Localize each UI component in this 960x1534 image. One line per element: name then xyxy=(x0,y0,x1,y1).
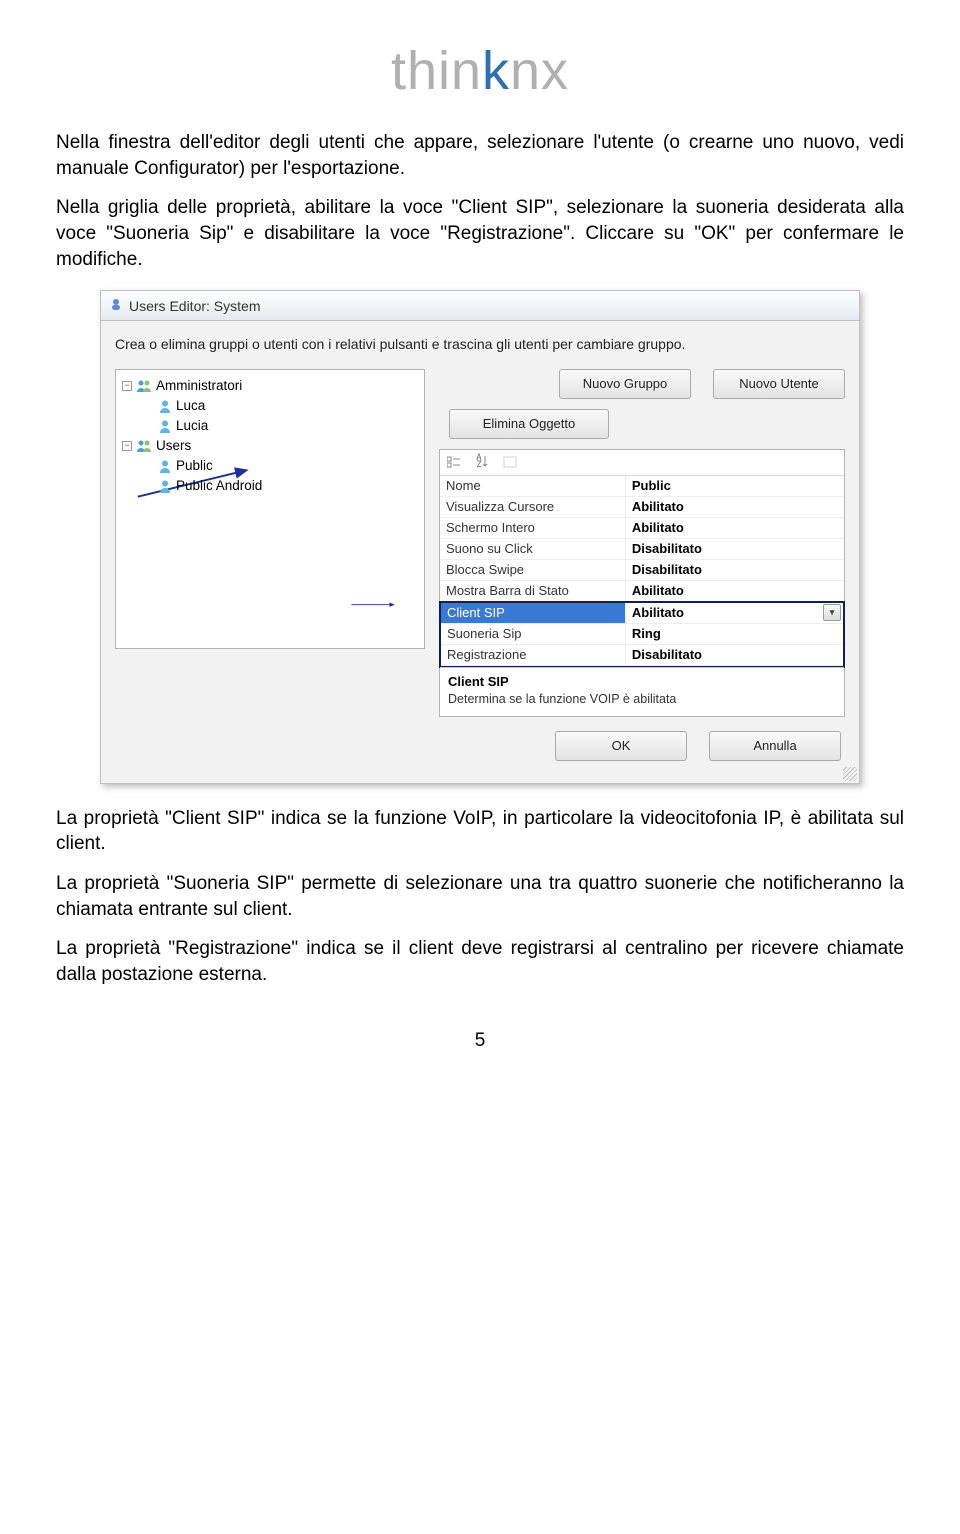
logo-part3: nx xyxy=(510,41,569,101)
propgrid-value[interactable]: Abilitato xyxy=(626,581,844,601)
dialog-title: Users Editor: System xyxy=(129,298,260,314)
propgrid-row[interactable]: Visualizza CursoreAbilitato xyxy=(440,497,844,518)
collapse-icon[interactable]: − xyxy=(122,381,132,391)
propgrid-value[interactable]: Disabilitato xyxy=(626,539,844,559)
propgrid-desc-text: Determina se la funzione VOIP è abilitat… xyxy=(448,692,836,706)
dialog-hint: Crea o elimina gruppi o utenti con i rel… xyxy=(115,335,845,355)
propgrid-value[interactable]: Public xyxy=(626,476,844,496)
user-icon xyxy=(158,459,172,473)
tree-item-label: Lucia xyxy=(176,418,208,433)
user-tree[interactable]: − Amministratori Luca Lucia − Users Public Publ… xyxy=(115,369,425,649)
propgrid-desc-title: Client SIP xyxy=(448,674,836,689)
group-icon xyxy=(136,379,152,393)
propgrid-toolbar: AZ xyxy=(440,450,844,476)
propgrid-value[interactable]: Abilitato xyxy=(626,518,844,538)
tree-user-item[interactable]: Public Android xyxy=(120,476,420,496)
dropdown-icon[interactable]: ▾ xyxy=(823,604,841,621)
propgrid-row[interactable]: RegistrazioneDisabilitato xyxy=(441,645,843,666)
delete-object-button[interactable]: Elimina Oggetto xyxy=(449,409,609,439)
propgrid-name: Registrazione xyxy=(441,645,626,665)
propgrid-name: Suoneria Sip xyxy=(441,624,626,644)
propgrid-value[interactable]: Abilitato xyxy=(626,497,844,517)
cancel-button[interactable]: Annulla xyxy=(709,731,841,761)
propgrid-row[interactable]: Suono su ClickDisabilitato xyxy=(440,539,844,560)
brand-logo: thinknx xyxy=(56,40,904,102)
tree-item-label: Users xyxy=(156,438,191,453)
paragraph-3: La proprietà "Client SIP" indica se la f… xyxy=(56,806,904,857)
propgrid-name: Visualizza Cursore xyxy=(440,497,626,517)
tree-group-item[interactable]: − Amministratori xyxy=(120,376,420,396)
propgrid-row[interactable]: Blocca SwipeDisabilitato xyxy=(440,560,844,581)
new-user-button[interactable]: Nuovo Utente xyxy=(713,369,845,399)
propgrid-row[interactable]: NomePublic xyxy=(440,476,844,497)
new-group-button[interactable]: Nuovo Gruppo xyxy=(559,369,691,399)
paragraph-5: La proprietà "Registrazione" indica se i… xyxy=(56,936,904,987)
propgrid-name: Nome xyxy=(440,476,626,496)
propgrid-value[interactable]: Disabilitato xyxy=(626,645,843,665)
app-icon xyxy=(109,297,123,314)
tree-group-item[interactable]: − Users xyxy=(120,436,420,456)
propgrid-value[interactable]: Disabilitato xyxy=(626,560,844,580)
propgrid-row[interactable]: Mostra Barra di StatoAbilitato xyxy=(440,581,844,602)
propgrid-value[interactable]: Ring xyxy=(626,624,843,644)
tree-item-label: Public xyxy=(176,458,213,473)
paragraph-4: La proprietà "Suoneria SIP" permette di … xyxy=(56,871,904,922)
tree-user-item[interactable]: Public xyxy=(120,456,420,476)
propgrid-name: Client SIP xyxy=(441,603,626,623)
paragraph-1: Nella finestra dell'editor degli utenti … xyxy=(56,130,904,181)
propgrid-description: Client SIP Determina se la funzione VOIP… xyxy=(440,667,844,716)
propgrid-row[interactable]: Client SIPAbilitato▾ xyxy=(441,603,843,624)
propgrid-name: Blocca Swipe xyxy=(440,560,626,580)
logo-part2: k xyxy=(482,41,510,101)
user-icon xyxy=(158,399,172,413)
tree-item-label: Luca xyxy=(176,398,205,413)
dialog-titlebar: Users Editor: System xyxy=(101,291,859,321)
user-icon xyxy=(158,479,172,493)
propgrid-name: Mostra Barra di Stato xyxy=(440,581,626,601)
resize-grip-icon[interactable] xyxy=(843,767,857,781)
propgrid-value[interactable]: Abilitato▾ xyxy=(626,603,843,623)
property-grid[interactable]: AZ NomePublicVisualizza CursoreAbilitato… xyxy=(439,449,845,717)
propgrid-page-icon[interactable] xyxy=(500,452,520,472)
page-number: 5 xyxy=(56,1030,904,1052)
user-icon xyxy=(158,419,172,433)
ok-button[interactable]: OK xyxy=(555,731,687,761)
group-icon xyxy=(136,439,152,453)
propgrid-row[interactable]: Suoneria SipRing xyxy=(441,624,843,645)
logo-part1: thin xyxy=(391,41,482,101)
propgrid-name: Schermo Intero xyxy=(440,518,626,538)
users-editor-dialog-figure: Users Editor: System Crea o elimina grup… xyxy=(100,290,860,784)
paragraph-2: Nella griglia delle proprietà, abilitare… xyxy=(56,195,904,272)
sort-az-icon[interactable]: AZ xyxy=(472,452,492,472)
propgrid-name: Suono su Click xyxy=(440,539,626,559)
tree-item-label: Public Android xyxy=(176,478,262,493)
collapse-icon[interactable]: − xyxy=(122,441,132,451)
annotation-highlight-box: Client SIPAbilitato▾Suoneria SipRingRegi… xyxy=(439,601,845,668)
tree-user-item[interactable]: Luca xyxy=(120,396,420,416)
propgrid-row[interactable]: Schermo InteroAbilitato xyxy=(440,518,844,539)
tree-item-label: Amministratori xyxy=(156,378,242,393)
tree-user-item[interactable]: Lucia xyxy=(120,416,420,436)
categorized-icon[interactable] xyxy=(444,452,464,472)
